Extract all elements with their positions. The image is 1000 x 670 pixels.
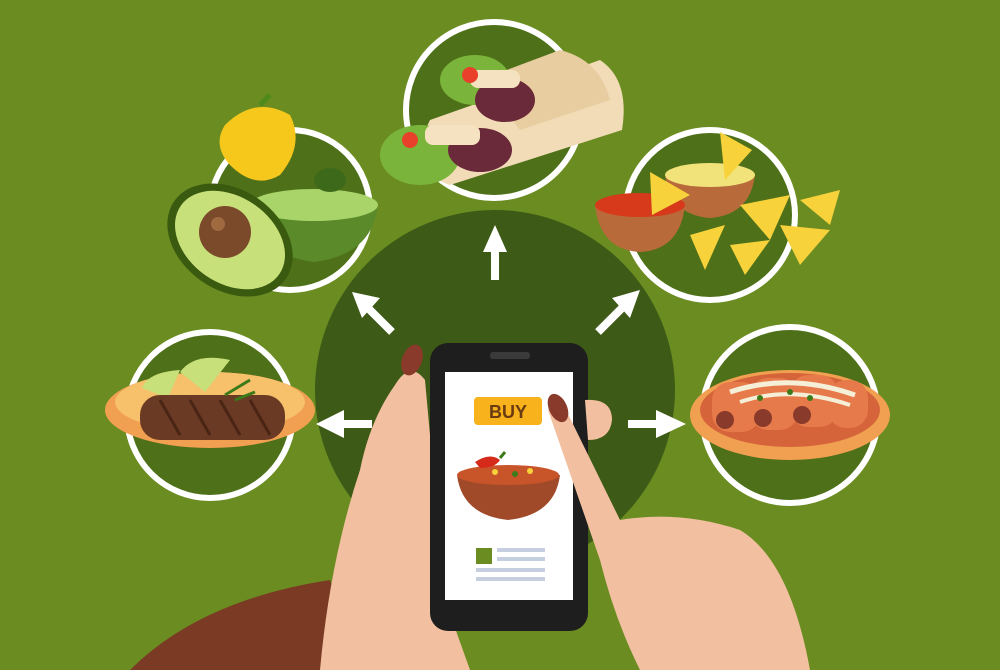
text-line <box>497 557 545 561</box>
text-line <box>476 568 545 572</box>
enchiladas-icon <box>690 370 890 460</box>
text-line <box>476 577 545 581</box>
buy-button[interactable]: BUY <box>474 397 542 425</box>
food-delivery-illustration: BUY <box>0 0 1000 670</box>
phone-speaker <box>490 352 530 359</box>
product-thumbnail <box>476 548 492 564</box>
smartphone[interactable]: BUY <box>430 343 588 631</box>
buy-button-label: BUY <box>489 402 527 422</box>
text-line <box>497 548 545 552</box>
